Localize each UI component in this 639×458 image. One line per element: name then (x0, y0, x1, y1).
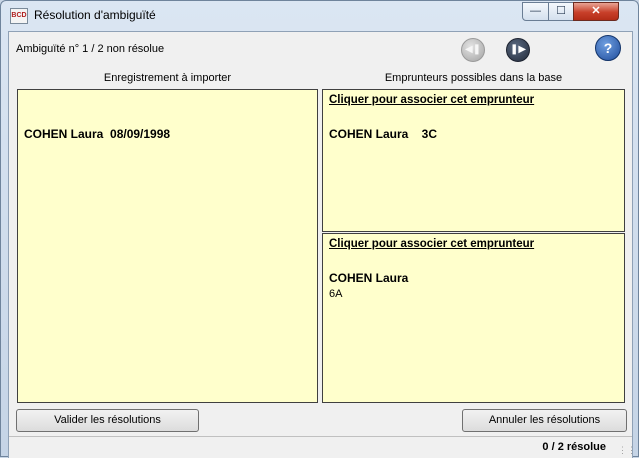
candidate-class-2: 6A (329, 288, 343, 300)
candidate-name-1: COHEN Laura 3C (329, 127, 438, 141)
associate-link-1[interactable]: Cliquer pour associer cet emprunteur (329, 94, 534, 106)
candidate-panel-1[interactable]: Cliquer pour associer cet emprunteur COH… (322, 89, 625, 232)
validate-resolutions-button[interactable]: Valider les résolutions (16, 409, 199, 432)
possible-borrowers-header: Emprunteurs possibles dans la base (384, 72, 563, 84)
import-record-panel: COHEN Laura 08/09/1998 (17, 89, 318, 403)
help-button[interactable]: ? (595, 35, 621, 61)
candidate-panel-2[interactable]: Cliquer pour associer cet emprunteur COH… (322, 233, 625, 403)
title-bar[interactable]: BCD Résolution d'ambiguïté — ☐ ✕ (1, 1, 638, 31)
minimize-button[interactable]: — (522, 2, 549, 21)
app-icon: BCD (10, 8, 28, 24)
close-button[interactable]: ✕ (573, 2, 619, 21)
candidate-name-2: COHEN Laura (329, 271, 409, 285)
previous-icon: ◀❚ (464, 44, 482, 55)
maximize-button[interactable]: ☐ (548, 2, 574, 21)
status-bar: 0 / 2 résolue ⋮⋮ (9, 436, 636, 458)
associate-link-2[interactable]: Cliquer pour associer cet emprunteur (329, 238, 534, 250)
ambiguity-resolution-window: BCD Résolution d'ambiguïté — ☐ ✕ Ambiguï… (0, 0, 639, 458)
resolution-count: 0 / 2 résolue (542, 441, 606, 453)
next-icon: ❚▶ (509, 44, 527, 55)
import-record-name: COHEN Laura 08/09/1998 (24, 127, 171, 141)
next-button[interactable]: ❚▶ (506, 38, 530, 62)
dialog-client-area: Ambiguïté n° 1 / 2 non résolue ◀❚ ❚▶ ? E… (8, 31, 636, 458)
resize-grip-icon[interactable]: ⋮⋮ (618, 445, 636, 455)
window-title: Résolution d'ambiguïté (34, 8, 156, 22)
ambiguity-status-label: Ambiguïté n° 1 / 2 non résolue (16, 43, 165, 55)
help-icon: ? (603, 40, 613, 56)
cancel-resolutions-button[interactable]: Annuler les résolutions (462, 409, 627, 432)
import-record-header: Enregistrement à importer (103, 72, 232, 84)
previous-button[interactable]: ◀❚ (461, 38, 485, 62)
